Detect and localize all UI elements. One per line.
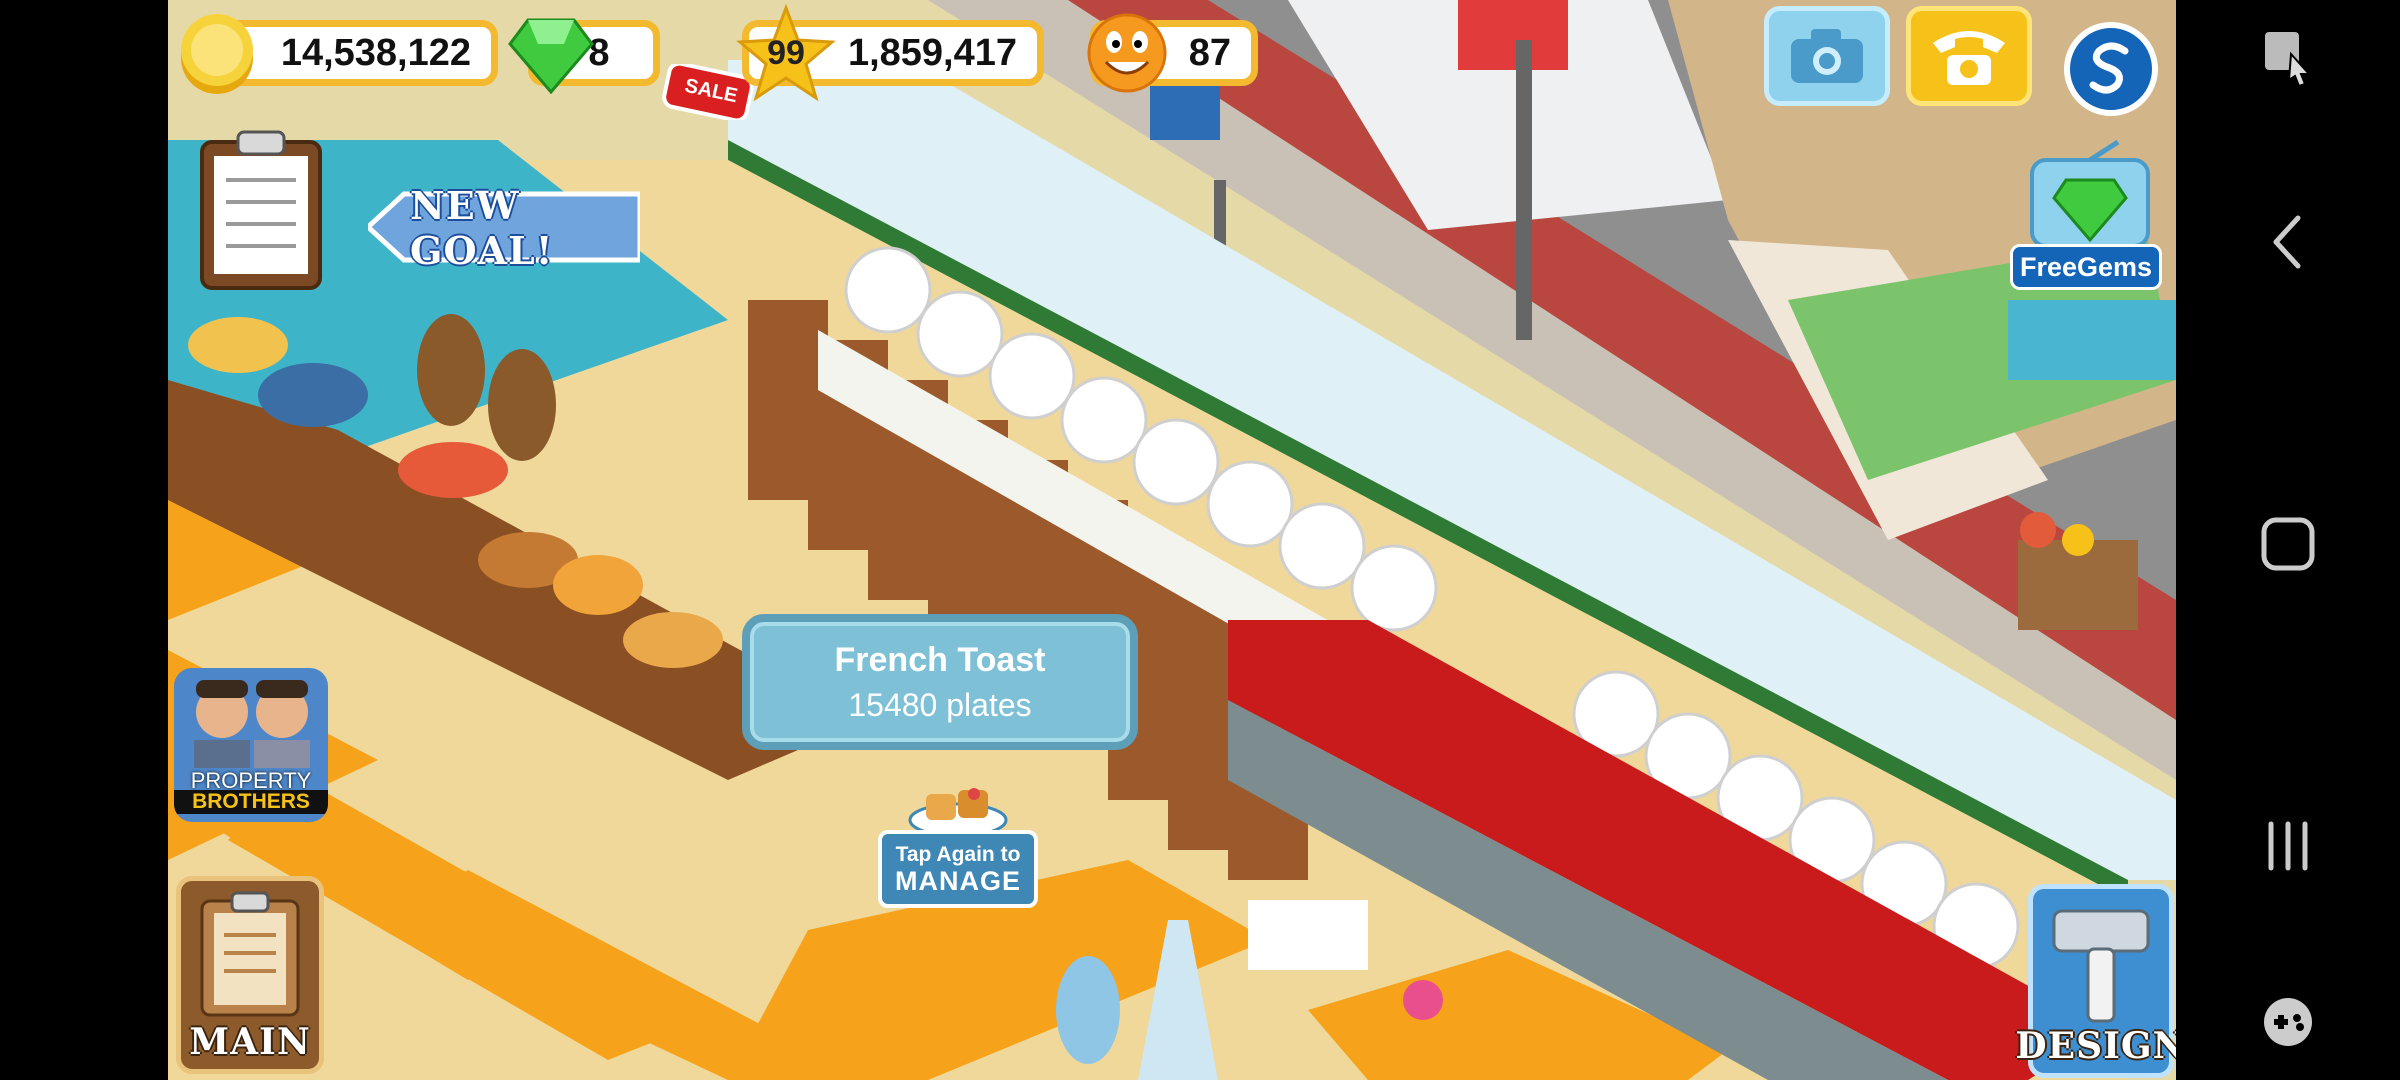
blue-awning — [2008, 300, 2176, 380]
manage-line2: MANAGE — [895, 865, 1021, 896]
fruit-icon — [2062, 524, 2094, 556]
tap-to-manage-button[interactable]: Tap Again to MANAGE — [878, 830, 1038, 908]
tomato-icon — [2020, 512, 2056, 548]
recents-bars-icon — [2268, 821, 2308, 871]
soup-bowl — [258, 363, 368, 427]
back-chevron-icon — [2273, 215, 2301, 269]
dish-name: French Toast — [834, 641, 1046, 679]
xp-value: 1,859,417 — [847, 31, 1017, 74]
manage-line1: Tap Again to — [895, 842, 1021, 866]
restaurant-scene[interactable] — [168, 0, 2176, 1080]
back-button[interactable] — [2176, 214, 2400, 270]
white-table — [1248, 900, 1368, 970]
cupcakes-dish — [398, 442, 508, 498]
design-button[interactable]: DESIGN — [2015, 884, 2176, 1078]
game-viewport[interactable]: NEW GOAL! 14,538,122 8 SALE 1,859,417 99… — [168, 0, 2176, 1080]
smiley-face-icon — [1087, 13, 1167, 93]
happiness-value: 87 — [1188, 31, 1231, 74]
ad-line2: BROTHERS — [174, 790, 328, 814]
gamepad-icon — [2264, 998, 2312, 1046]
clipboard-icon — [200, 891, 300, 1017]
home-square-icon — [2261, 517, 2315, 571]
main-label: MAIN — [189, 1021, 311, 1063]
new-goal-label[interactable]: NEW GOAL! — [410, 183, 620, 273]
turkey-statue-2 — [488, 349, 556, 461]
gold-coin-icon — [181, 14, 253, 94]
turkey-statue — [417, 314, 485, 426]
social-logo-icon — [2089, 42, 2129, 94]
phone-button[interactable] — [1906, 6, 2032, 106]
free-gems-tv-icon[interactable] — [2026, 140, 2154, 250]
home-button[interactable] — [2176, 516, 2400, 572]
food-dish — [188, 317, 288, 373]
dish-servings: 15480 plates — [848, 687, 1032, 723]
french-toast-dish — [623, 612, 723, 668]
flowers-decor — [1403, 980, 1443, 1020]
game-tools-button[interactable] — [2176, 994, 2400, 1050]
brothers-portrait-icon — [194, 680, 310, 768]
system-navigation-bar — [2176, 0, 2400, 1080]
screen-capture-button[interactable] — [2176, 28, 2400, 88]
property-brothers-ad[interactable]: PROPERTY BROTHERS — [174, 668, 328, 822]
hammer-icon — [2052, 909, 2150, 1023]
green-gem-icon — [508, 18, 594, 94]
recents-button[interactable] — [2176, 820, 2400, 872]
speaker-decor — [1056, 956, 1120, 1064]
camera-icon — [1791, 29, 1863, 83]
coins-value: 14,538,122 — [280, 31, 471, 74]
telephone-icon — [1933, 31, 2005, 85]
awning — [1458, 0, 1568, 70]
main-menu-button[interactable]: MAIN — [176, 876, 324, 1074]
street-lamp — [1516, 40, 1532, 340]
french-toast-icon[interactable] — [908, 780, 1008, 836]
screen-capture-icon — [2265, 32, 2312, 88]
free-gems-label[interactable]: FreeGems — [2010, 244, 2162, 290]
social-button[interactable] — [2064, 22, 2158, 116]
dish-tooltip: French Toast 15480 plates — [742, 614, 1138, 750]
camera-button[interactable] — [1764, 6, 1890, 106]
clipboard-goal-icon[interactable] — [198, 130, 324, 292]
pancakes-dish — [553, 555, 643, 615]
design-label: DESIGN — [2015, 1025, 2176, 1067]
level-value: 99 — [767, 34, 805, 72]
